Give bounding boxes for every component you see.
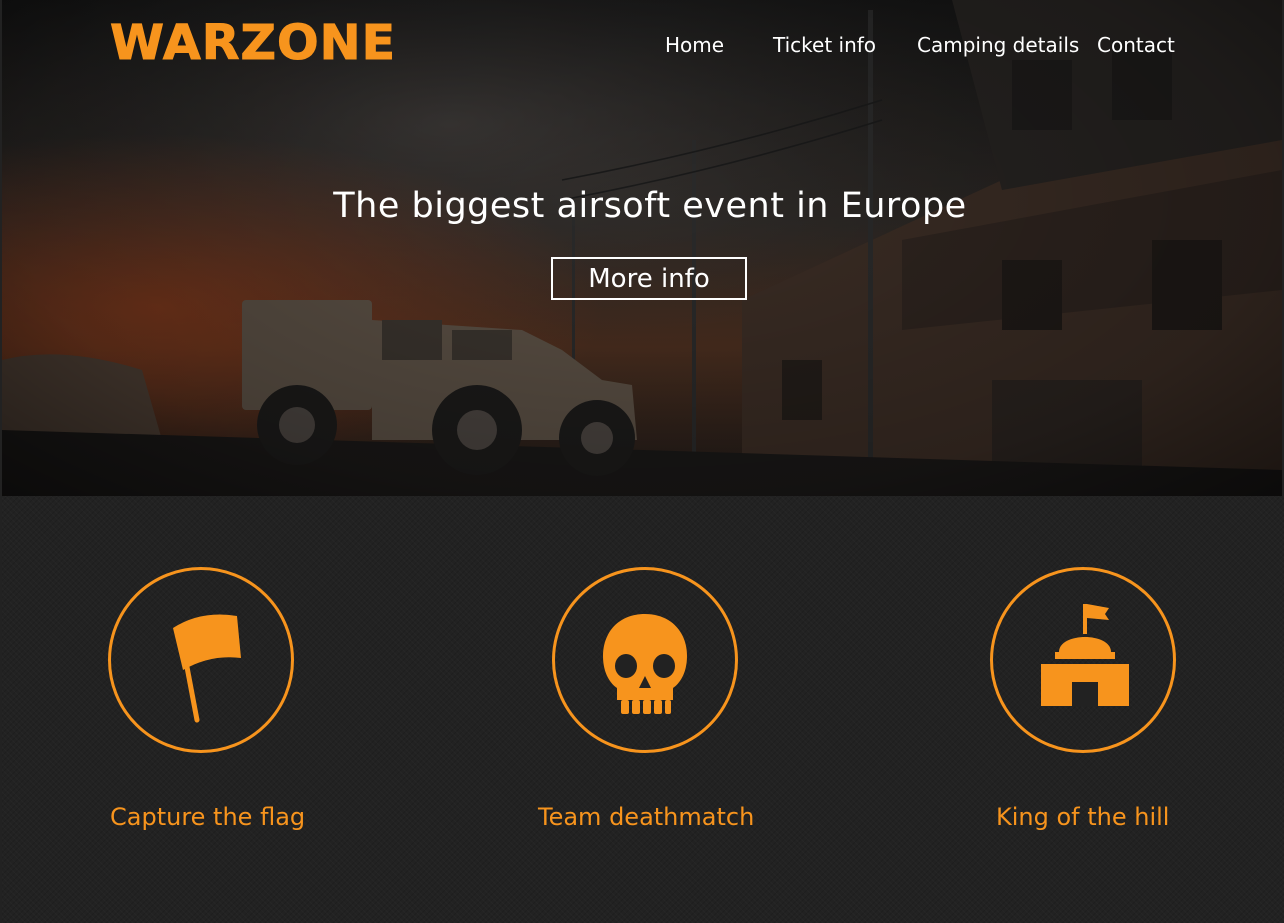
feature-label: King of the hill	[996, 803, 1170, 831]
skull-icon	[603, 614, 687, 714]
feature-capture-the-flag: Capture the flag	[2, 496, 306, 923]
page: WARZONE Home Ticket info Camping details…	[0, 0, 1284, 923]
hero-section: WARZONE Home Ticket info Camping details…	[2, 0, 1282, 496]
game-modes-section: Capture the flag Team deathmatch King of…	[2, 496, 1284, 923]
feature-label: Team deathmatch	[538, 803, 755, 831]
flag-icon	[173, 614, 241, 723]
feature-king-of-the-hill: King of the hill	[842, 496, 1176, 923]
feature-icon-circle	[108, 567, 294, 753]
more-info-button[interactable]: More info	[551, 257, 747, 300]
nav-item-contact[interactable]: Contact	[1097, 32, 1175, 58]
hero-overlay	[2, 0, 1282, 496]
fort-with-flag-icon	[1041, 604, 1129, 706]
feature-icon-circle	[552, 567, 738, 753]
nav-item-camping-details[interactable]: Camping details	[917, 32, 1079, 58]
main-nav: Home Ticket info Camping details Contact	[2, 32, 1282, 60]
feature-team-deathmatch: Team deathmatch	[402, 496, 754, 923]
hero-headline: The biggest airsoft event in Europe	[333, 186, 967, 226]
nav-item-home[interactable]: Home	[665, 32, 724, 58]
nav-item-ticket-info[interactable]: Ticket info	[773, 32, 876, 58]
feature-label: Capture the flag	[110, 803, 306, 831]
feature-icon-circle	[990, 567, 1176, 753]
